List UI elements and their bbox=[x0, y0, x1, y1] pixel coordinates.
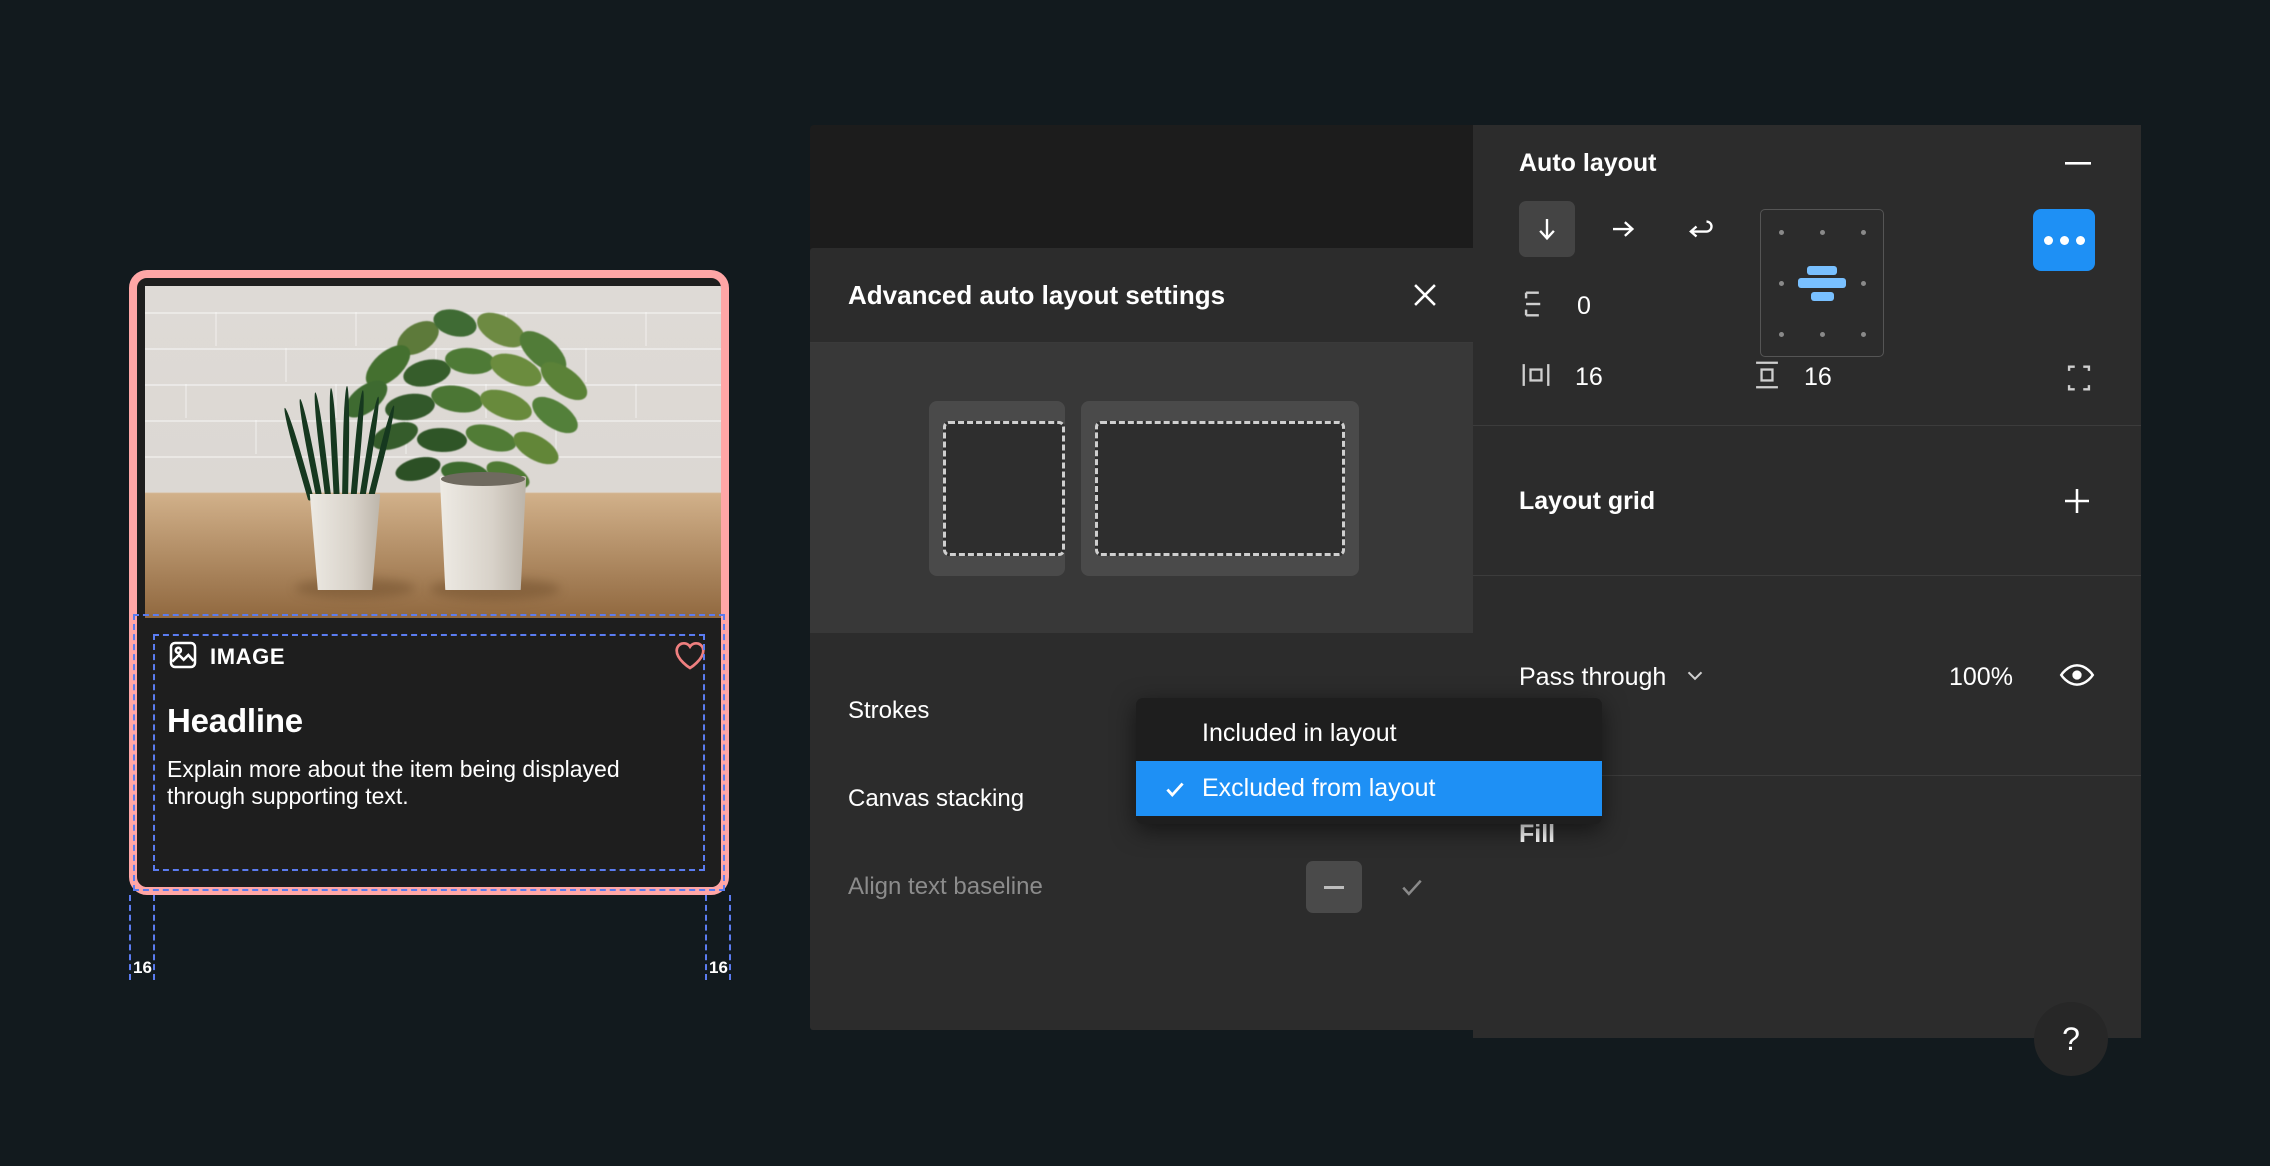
chevron-down-icon[interactable] bbox=[1682, 662, 1708, 693]
padding-guide-left-inner bbox=[153, 895, 155, 980]
padding-guide-right-inner bbox=[705, 895, 707, 980]
padding-controls: 16 16 bbox=[1519, 358, 2095, 397]
padding-label-left: 16 bbox=[133, 958, 152, 977]
layout-grid-section: Layout grid bbox=[1473, 426, 2141, 576]
minus-icon[interactable] bbox=[2061, 158, 2095, 168]
advanced-auto-layout-modal: Advanced auto layout settings Strokes Ca… bbox=[810, 248, 1478, 1030]
dropdown-item-label: Included in layout bbox=[1202, 719, 1397, 747]
alignment-grid-picker[interactable] bbox=[1760, 209, 1884, 357]
dropdown-item-label: Excluded from layout bbox=[1202, 774, 1436, 802]
help-icon[interactable]: ? bbox=[2034, 1002, 2108, 1076]
direction-vertical-button[interactable] bbox=[1519, 201, 1575, 257]
direction-horizontal-button[interactable] bbox=[1595, 201, 1651, 257]
close-icon[interactable] bbox=[1408, 278, 1442, 312]
card-supporting-text: Explain more about the item being displa… bbox=[167, 756, 620, 810]
auto-layout-section: Auto layout 0 16 16 bbox=[1473, 125, 2141, 426]
app-stage: IMAGE Headline Explain more about the it… bbox=[0, 0, 2270, 1166]
check-icon bbox=[1162, 776, 1188, 802]
direction-buttons bbox=[1519, 201, 1727, 257]
heart-outline-icon[interactable] bbox=[673, 639, 707, 676]
blend-mode-value[interactable]: Pass through bbox=[1519, 663, 1666, 692]
vertical-padding-value: 16 bbox=[1804, 363, 1832, 391]
properties-panel: Auto layout 0 16 16 Layout grid Pass thr… bbox=[1473, 125, 2141, 1038]
opacity-value[interactable]: 100% bbox=[1949, 663, 2013, 692]
padding-guide-left-outer bbox=[129, 895, 131, 980]
modal-row-label: Canvas stacking bbox=[848, 785, 1025, 812]
pot-right bbox=[439, 476, 527, 590]
individual-padding-icon[interactable] bbox=[2063, 361, 2095, 395]
layout-grid-title: Layout grid bbox=[1519, 486, 1656, 515]
canvas-stacking-dropdown: Included in layout Excluded from layout bbox=[1136, 698, 1602, 824]
modal-row-label: Strokes bbox=[848, 697, 930, 724]
horizontal-padding-icon bbox=[1519, 360, 1553, 395]
card-frame[interactable]: IMAGE Headline Explain more about the it… bbox=[129, 270, 729, 895]
modal-header: Advanced auto layout settings bbox=[810, 248, 1478, 343]
vertical-padding-icon bbox=[1752, 358, 1782, 397]
modal-row-label: Align text baseline bbox=[848, 873, 1043, 900]
more-options-icon[interactable] bbox=[2033, 209, 2095, 271]
modal-title: Advanced auto layout settings bbox=[848, 279, 1226, 310]
baseline-on-button[interactable] bbox=[1384, 861, 1440, 913]
pot-left bbox=[309, 494, 381, 590]
dash-icon bbox=[1324, 885, 1344, 889]
dropdown-item-excluded[interactable]: Excluded from layout bbox=[1136, 761, 1602, 816]
gap-vertical-icon bbox=[1519, 287, 1553, 326]
fill-title: Fill bbox=[1519, 820, 1556, 848]
card-selection-wrapper: IMAGE Headline Explain more about the it… bbox=[129, 270, 729, 895]
card-image bbox=[145, 286, 721, 618]
dropdown-item-included[interactable]: Included in layout bbox=[1136, 706, 1602, 761]
vertical-padding-control[interactable]: 16 bbox=[1752, 358, 1985, 397]
direction-wrap-button[interactable] bbox=[1671, 201, 1727, 257]
card-headline: Headline bbox=[167, 702, 303, 739]
horizontal-padding-value: 16 bbox=[1575, 363, 1603, 391]
modal-row-align-text-baseline[interactable]: Align text baseline bbox=[848, 843, 1440, 931]
auto-layout-title: Auto layout bbox=[1519, 148, 1657, 177]
horizontal-padding-control[interactable]: 16 bbox=[1519, 360, 1752, 395]
modal-preview-illustration bbox=[810, 343, 1478, 633]
eye-icon[interactable] bbox=[2059, 660, 2095, 695]
baseline-off-button[interactable] bbox=[1306, 861, 1362, 913]
card-meta-row: IMAGE bbox=[167, 638, 707, 676]
padding-guide-right-outer bbox=[729, 895, 731, 980]
card-image-label: IMAGE bbox=[210, 644, 286, 669]
card-content: IMAGE Headline Explain more about the it… bbox=[145, 618, 721, 887]
padding-label-right: 16 bbox=[709, 958, 728, 977]
picture-icon bbox=[167, 639, 199, 676]
plus-icon[interactable] bbox=[2059, 483, 2095, 519]
gap-value: 0 bbox=[1577, 292, 1591, 320]
table-surface bbox=[145, 491, 721, 618]
